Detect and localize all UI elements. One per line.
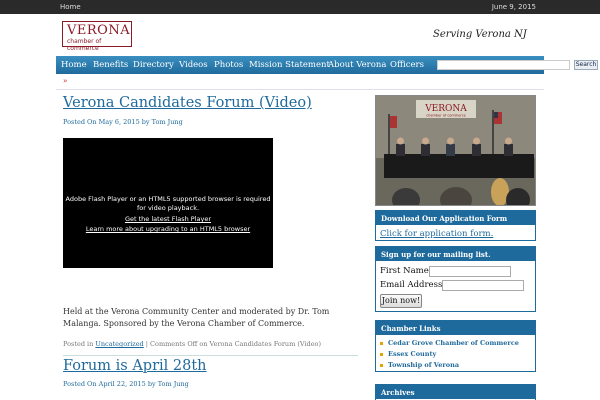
- archives-widget: Archives: [375, 384, 536, 400]
- search-input[interactable]: [437, 60, 570, 70]
- forum-photo-image: VERONA chamber of commerce: [376, 96, 535, 205]
- photo-banner-sub: chamber of commerce: [426, 114, 466, 118]
- download-widget: Download Our Application Form Click for …: [375, 210, 536, 241]
- post-footer-comments: | Comments Off on Verona Candidates Foru…: [143, 340, 322, 348]
- join-now-button[interactable]: Join now!: [380, 294, 422, 308]
- nav-directory[interactable]: Directory: [133, 60, 174, 70]
- search-button[interactable]: Search: [574, 60, 598, 70]
- post-body: Held at the Verona Community Center and …: [63, 307, 330, 328]
- main-nav: Home Benefits Directory Videos Photos Mi…: [56, 56, 598, 74]
- archives-title: Archives: [376, 385, 535, 399]
- email-label: Email Address :: [380, 280, 448, 290]
- email-field[interactable]: [442, 280, 524, 291]
- post-title[interactable]: Verona Candidates Forum (Video): [63, 95, 312, 111]
- post-title[interactable]: Forum is April 28th: [63, 358, 207, 374]
- nav-videos[interactable]: Videos: [179, 60, 208, 70]
- first-name-field[interactable]: [429, 266, 511, 277]
- forum-photo: VERONA chamber of commerce: [375, 95, 536, 206]
- flash-player-link[interactable]: Get the latest Flash Player: [63, 215, 273, 223]
- mailing-list-title: Sign up for our mailing list.: [376, 247, 535, 261]
- chamber-link-label: Essex County: [388, 350, 437, 358]
- mailing-list-widget: Sign up for our mailing list. First Name…: [375, 246, 536, 312]
- nav-photos[interactable]: Photos: [214, 60, 243, 70]
- breadcrumb: »: [56, 74, 544, 90]
- nav-officers[interactable]: Officers: [390, 60, 424, 70]
- chamber-links-title: Chamber Links: [376, 321, 535, 335]
- logo-subtitle: chamber of commerce: [67, 38, 102, 52]
- nav-benefits[interactable]: Benefits: [93, 60, 128, 70]
- nav-mission-statement[interactable]: Mission Statement: [249, 60, 330, 70]
- chamber-links-widget: Chamber Links Cedar Grove Chamber of Com…: [375, 320, 536, 372]
- chamber-links-list: Cedar Grove Chamber of Commerce Essex Co…: [380, 339, 519, 372]
- video-player[interactable]: Adobe Flash Player or an HTML5 supported…: [63, 138, 273, 268]
- current-date: June 9, 2015: [491, 3, 536, 11]
- bullet-icon: [380, 352, 383, 356]
- video-message: Adobe Flash Player or an HTML5 supported…: [65, 195, 271, 212]
- download-widget-title: Download Our Application Form: [376, 211, 535, 225]
- chamber-link-item[interactable]: Township of Verona: [380, 361, 519, 372]
- chamber-link-item[interactable]: Cedar Grove Chamber of Commerce: [380, 339, 519, 350]
- breadcrumb-arrow-icon: »: [63, 77, 68, 85]
- chamber-link-item[interactable]: Essex County: [380, 350, 519, 361]
- post-footer: Posted in Uncategorized | Comments Off o…: [63, 340, 358, 356]
- post-meta: Posted On April 22, 2015 by Tom Jung: [63, 380, 189, 388]
- bullet-icon: [380, 341, 383, 345]
- site-logo[interactable]: VERONA chamber of commerce: [62, 21, 132, 52]
- post-category-link[interactable]: Uncategorized: [95, 340, 143, 348]
- nav-home[interactable]: Home: [61, 60, 87, 70]
- site-tagline: Serving Verona NJ: [433, 29, 527, 40]
- top-bar: Home June 9, 2015: [0, 0, 600, 14]
- logo-name: VERONA: [67, 23, 131, 38]
- top-home-link[interactable]: Home: [60, 3, 81, 11]
- application-form-link[interactable]: Click for application form.: [380, 229, 493, 239]
- chamber-link-label: Township of Verona: [388, 361, 460, 369]
- html5-upgrade-link[interactable]: Learn more about upgrading to an HTML5 b…: [63, 225, 273, 233]
- first-name-label: First Name :: [380, 266, 435, 276]
- nav-about-verona[interactable]: About Verona: [328, 60, 386, 70]
- photo-banner-text: VERONA: [424, 104, 467, 114]
- post-footer-prefix: Posted in: [63, 340, 96, 348]
- chamber-link-label: Cedar Grove Chamber of Commerce: [388, 339, 519, 347]
- post-meta: Posted On May 6, 2015 by Tom Jung: [63, 118, 183, 126]
- bullet-icon: [380, 363, 383, 367]
